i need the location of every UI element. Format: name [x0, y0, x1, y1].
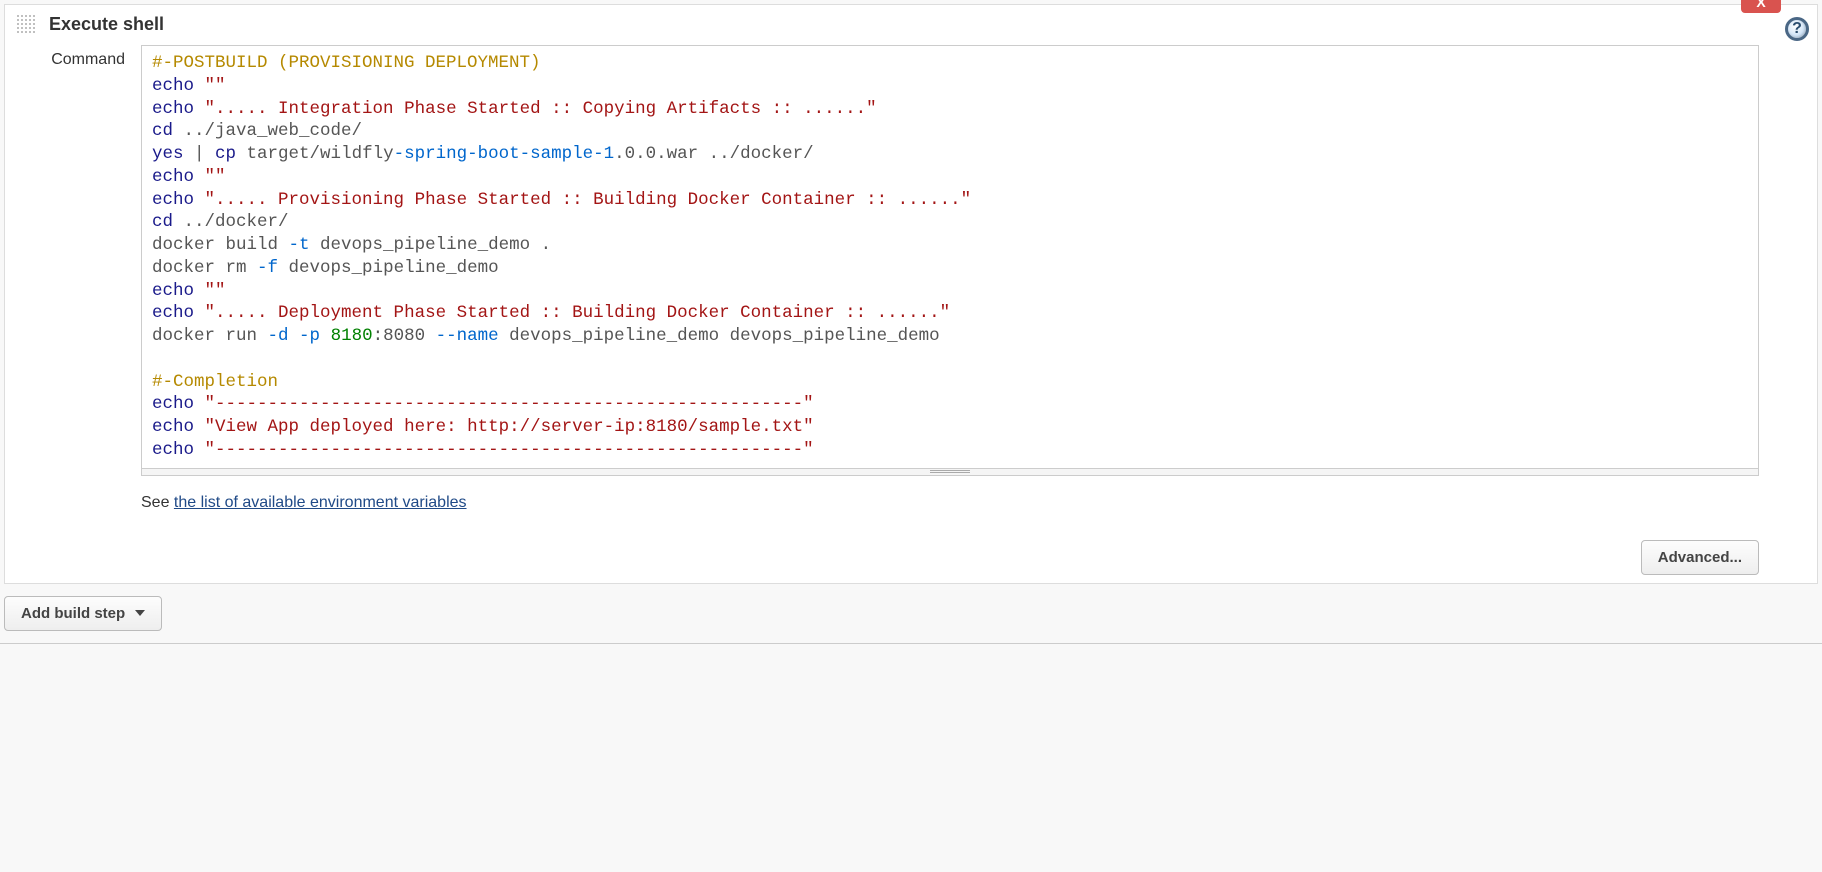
env-variables-link[interactable]: the list of available environment variab… — [174, 494, 467, 511]
advanced-row: Advanced... — [15, 540, 1807, 575]
helper-text: See the list of available environment va… — [141, 494, 1759, 512]
add-build-step-button[interactable]: Add build step — [4, 596, 162, 631]
command-content: #-POSTBUILD (PROVISIONING DEPLOYMENT) ec… — [141, 45, 1807, 512]
editor-resize-handle[interactable] — [141, 468, 1759, 476]
command-row: Command #-POSTBUILD (PROVISIONING DEPLOY… — [15, 45, 1807, 512]
execute-shell-section: X ? Execute shell Command #-POSTBUILD (P… — [4, 4, 1818, 584]
advanced-button[interactable]: Advanced... — [1641, 540, 1759, 575]
section-divider — [0, 643, 1822, 644]
command-label: Command — [15, 45, 125, 69]
helper-prefix: See — [141, 494, 174, 511]
grip-icon — [930, 470, 970, 473]
add-build-step-label: Add build step — [21, 605, 125, 622]
drag-handle-icon[interactable] — [15, 13, 37, 35]
command-editor[interactable]: #-POSTBUILD (PROVISIONING DEPLOYMENT) ec… — [141, 45, 1759, 469]
section-header: Execute shell — [15, 13, 1807, 35]
delete-step-button[interactable]: X — [1741, 0, 1781, 13]
help-icon[interactable]: ? — [1785, 17, 1809, 41]
add-step-row: Add build step — [0, 588, 1822, 639]
section-title: Execute shell — [49, 14, 164, 35]
chevron-down-icon — [135, 610, 145, 616]
